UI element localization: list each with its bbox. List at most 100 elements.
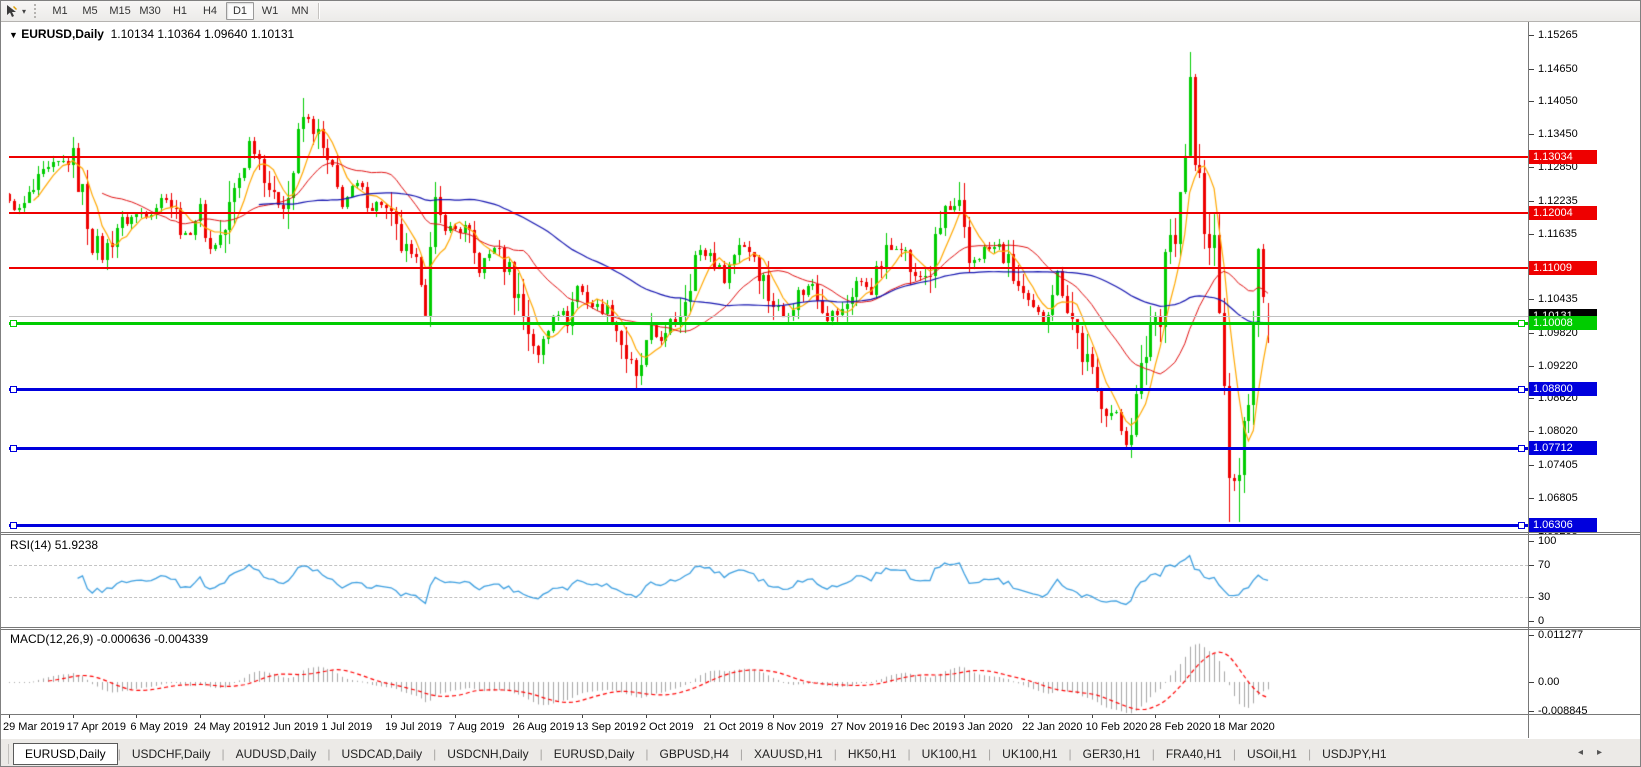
timeframe-button-m30[interactable]: M30 [136,2,164,20]
rsi-label: RSI(14) 51.9238 [10,538,99,552]
date-label: 7 Aug 2019 [448,721,505,733]
hline-pivot-1.10008[interactable] [9,321,1528,325]
hline-resistance-1.11009[interactable] [9,266,1528,269]
chart-dropdown-icon[interactable]: ▼ [9,30,18,40]
date-label: 27 Nov 2019 [830,721,894,733]
hline-support-1.08800-handle-right[interactable] [1518,385,1525,393]
toolbar-separator [318,3,320,19]
price-tag-resistance-1: 1.13034 [1529,150,1597,165]
price-tick [1529,299,1534,301]
tab-scroll-left-icon[interactable]: ◂ [1578,747,1583,758]
macd-axis-label: 0.011277 [1538,629,1584,641]
chart-tab-usoil-h1[interactable]: USOil,H1 [1236,744,1308,764]
mt4-window: ▾ M1 M5 M15 M30 H1 H4 D1 W1 MN ▼ EURUSD,Daily 1.… [0,0,1641,767]
hline-current-price[interactable] [9,315,1528,317]
hline-pivot-1.10008-handle-left[interactable] [10,319,17,327]
date-label: 6 May 2019 [130,721,188,733]
chart-tab-xauusd-h1[interactable]: XAUUSD,H1 [743,744,834,764]
chart-tab-usdjpy-h1[interactable]: USDJPY,H1 [1311,744,1397,764]
timeframe-button-m15[interactable]: M15 [106,2,134,20]
ohlc-low: 1.09640 [204,27,248,41]
date-label: 12 Jun 2019 [257,721,319,733]
timeframe-button-w1[interactable]: W1 [256,2,284,20]
chart-tab-audusd-daily[interactable]: AUDUSD,Daily [225,744,328,764]
hline-support-1.06306[interactable] [9,524,1528,527]
price-axis-border [1528,22,1529,738]
timeframe-button-d1[interactable]: D1 [226,2,255,20]
hline-support-1.08800[interactable] [9,387,1528,391]
hline-pivot-1.10008-handle-right[interactable] [1518,319,1525,327]
axis-separator [1,714,1640,715]
price-tick-label: 1.14050 [1538,95,1578,108]
chart-tab-usdcad-daily[interactable]: USDCAD,Daily [330,744,433,764]
date-label: 13 Sep 2019 [576,721,639,733]
rsi-axis-label: 100 [1538,535,1557,547]
chart-tab-ger30-h1[interactable]: GER30,H1 [1072,744,1152,764]
ohlc-high: 1.10364 [157,27,201,41]
rsi-axis-tick [1529,621,1534,622]
hline-support-1.06306-handle-left[interactable] [10,522,17,529]
date-label: 2 Oct 2019 [639,721,694,733]
timeframe-toolbar: ▾ M1 M5 M15 M30 H1 H4 D1 W1 MN [1,1,1640,22]
timeframe-button-h4[interactable]: H4 [196,2,224,20]
tab-scroll-right-icon[interactable]: ▸ [1597,747,1602,758]
chart-tab-hk50-h1[interactable]: HK50,H1 [837,744,908,764]
panel-separator [1,629,1640,630]
chart-tab-eurusd-daily[interactable]: EURUSD,Daily [543,744,646,764]
chart-tab-eurusd-daily[interactable]: EURUSD,Daily [13,743,118,765]
price-tag-resistance-3: 1.11009 [1529,260,1597,275]
chart-tab-usdchf-daily[interactable]: USDCHF,Daily [121,744,222,764]
price-tag-resistance-2: 1.12004 [1529,206,1597,221]
price-tick-label: 1.08020 [1538,425,1578,438]
macd-signal-value: -0.004339 [154,632,209,646]
date-label: 18 Mar 2020 [1213,721,1275,733]
date-label: 1 Jul 2019 [321,721,373,733]
chevron-down-icon[interactable]: ▾ [22,7,26,16]
chart-symbol-label: EURUSD,Daily [21,27,104,41]
rsi-axis-tick [1529,565,1534,566]
drawing-tool-button[interactable]: ▾ [1,1,30,21]
date-label: 22 Jan 2020 [1021,721,1083,733]
date-label: 17 Apr 2019 [66,721,127,733]
chart-tab-bar: EURUSD,Daily | USDCHF,Daily | AUDUSD,Daily | U… [1,738,1640,766]
hline-resistance-1.13034[interactable] [9,156,1528,159]
ohlc-open: 1.10134 [110,27,155,41]
macd-value: -0.000636 [96,632,151,646]
tabbar-grip [1,744,9,764]
date-label: 19 Jul 2019 [385,721,442,733]
price-tick-label: 1.06805 [1538,491,1578,504]
timeframe-button-m5[interactable]: M5 [76,2,104,20]
price-tick-label: 1.14650 [1538,62,1578,75]
macd-axis-label: -0.008845 [1538,705,1588,717]
price-tick [1529,134,1534,136]
panel-separator [1,534,1640,535]
hline-support-1.07712[interactable] [9,447,1528,451]
price-tick [1529,464,1534,466]
chart-tab-uk100-h1[interactable]: UK100,H1 [991,744,1068,764]
price-tick-label: 1.09220 [1538,359,1578,372]
timeframe-button-h1[interactable]: H1 [166,2,194,20]
date-label: 10 Feb 2020 [1085,721,1148,733]
rsi-axis-label: 0 [1538,615,1545,627]
chart-tab-gbpusd-h4[interactable]: GBPUSD,H4 [649,744,740,764]
chart-tab-fra40-h1[interactable]: FRA40,H1 [1155,744,1233,764]
date-label: 3 Jan 2020 [958,721,1013,733]
panel-separator[interactable] [1,627,1640,628]
chart-tab-usdcnh-daily[interactable]: USDCNH,Daily [436,744,539,764]
timeframe-button-mn[interactable]: MN [286,2,314,20]
price-tick [1529,497,1534,499]
macd-axis-tick [1529,711,1534,712]
price-tag-support-3: 1.06306 [1529,518,1597,532]
chart-canvas[interactable] [1,22,1640,739]
hline-support-1.07712-handle-right[interactable] [1518,445,1525,453]
hline-support-1.08800-handle-left[interactable] [10,385,17,393]
date-label: 28 Feb 2020 [1149,721,1212,733]
chart-tab-uk100-h1[interactable]: UK100,H1 [911,744,988,764]
hline-resistance-1.12004[interactable] [9,212,1528,215]
timeframe-button-m1[interactable]: M1 [46,2,74,20]
panel-separator[interactable] [1,532,1640,533]
price-tag-support-2: 1.07712 [1529,441,1597,456]
hline-support-1.07712-handle-left[interactable] [10,445,17,453]
rsi-value: 51.9238 [54,538,99,552]
hline-support-1.06306-handle-right[interactable] [1518,522,1525,529]
